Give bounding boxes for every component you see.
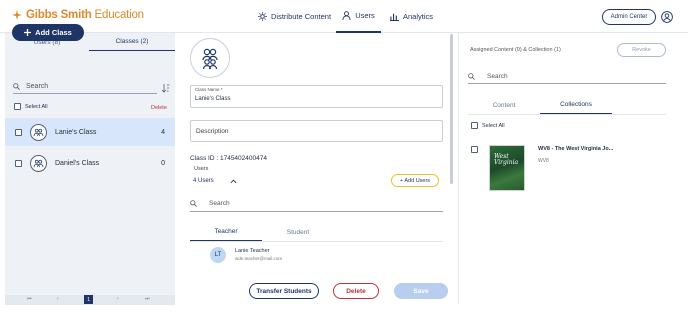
pagination: ⏮ ‹ 1 › ⏭ xyxy=(5,295,175,305)
users-count: 4 Users xyxy=(193,178,214,184)
select-all-label: Select All xyxy=(25,103,48,110)
delete-classes-link[interactable]: Delete xyxy=(151,105,167,111)
class-name-label: Class Name * xyxy=(195,87,223,92)
tab-student[interactable]: Student xyxy=(262,223,334,241)
right-tab-divider xyxy=(468,114,666,115)
search-icon xyxy=(13,83,20,90)
add-class-label: Add Class xyxy=(35,28,72,37)
revoke-button[interactable]: Revoke xyxy=(617,43,666,57)
collection-subtitle: WV8 xyxy=(538,158,549,164)
class-user-count: 4 xyxy=(161,128,165,136)
tab-teacher[interactable]: Teacher xyxy=(190,223,262,241)
class-name-field[interactable]: Class Name * Lanie's Class xyxy=(190,85,443,108)
tab-content[interactable]: Content xyxy=(468,96,540,114)
class-row[interactable]: Lanie's Class 4 xyxy=(5,118,175,146)
class-name: Lanie's Class xyxy=(55,128,97,136)
next-page-icon[interactable]: › xyxy=(117,296,119,302)
teacher-email: wde.teacher@mail.com xyxy=(235,256,283,261)
group-avatar-icon xyxy=(30,123,47,141)
right-select-all-checkbox[interactable] xyxy=(471,122,478,129)
class-user-count: 0 xyxy=(161,159,165,167)
class-row-checkbox[interactable] xyxy=(15,128,22,136)
transfer-students-button[interactable]: Transfer Students xyxy=(249,283,319,299)
tab-divider xyxy=(190,241,443,242)
nav-users[interactable]: Users xyxy=(336,0,381,33)
class-name-value: Lanie's Class xyxy=(195,96,231,102)
chevron-up-icon xyxy=(230,179,237,183)
logo-mark-icon xyxy=(12,10,22,20)
right-select-all-label: Select All xyxy=(482,122,505,129)
description-field[interactable]: Description xyxy=(190,120,443,142)
description-placeholder: Description xyxy=(196,128,229,135)
collection-checkbox[interactable] xyxy=(471,146,478,153)
bar-chart-icon xyxy=(390,13,399,21)
users-label: Users xyxy=(194,166,209,172)
first-page-icon[interactable]: ⏮ xyxy=(27,296,32,302)
teacher-avatar: LT xyxy=(210,247,226,263)
group-icon xyxy=(202,48,218,69)
panel-divider xyxy=(458,33,459,304)
brand-logo[interactable]: Gibbs Smith Education xyxy=(12,9,144,21)
account-icon[interactable] xyxy=(661,11,673,23)
class-avatar xyxy=(190,38,230,78)
class-search-input[interactable]: Search xyxy=(13,80,157,94)
search-icon xyxy=(190,200,197,207)
save-button[interactable]: Save xyxy=(394,283,448,299)
add-users-button[interactable]: + Add Users xyxy=(391,174,439,187)
nav-analytics[interactable]: Analytics xyxy=(390,0,433,33)
brand-name: Gibbs Smith Education xyxy=(26,9,144,21)
admin-center-button[interactable]: Admin Center xyxy=(602,9,656,25)
delete-class-button[interactable]: Delete xyxy=(333,283,379,299)
tab-collections[interactable]: Collections xyxy=(540,96,612,114)
content-search-input[interactable]: Search xyxy=(468,69,666,84)
user-search-placeholder: Search xyxy=(209,200,230,207)
class-row-checkbox[interactable] xyxy=(15,159,22,167)
cover-title: West Virginia xyxy=(494,153,519,166)
search-icon xyxy=(468,72,475,80)
select-all-checkbox[interactable] xyxy=(14,103,21,110)
sort-az-icon[interactable] xyxy=(162,84,170,93)
nav-distribute-label: Distribute Content xyxy=(271,12,332,21)
collection-cover-image[interactable]: West Virginia xyxy=(489,145,525,191)
nav-users-label: Users xyxy=(355,11,375,20)
user-icon xyxy=(342,11,351,20)
current-page[interactable]: 1 xyxy=(84,295,93,304)
detail-scrollbar[interactable] xyxy=(450,34,453,184)
nav-distribute-content[interactable]: Distribute Content xyxy=(258,0,331,33)
content-search-placeholder: Search xyxy=(487,72,508,80)
user-search-input[interactable]: Search xyxy=(190,196,443,212)
class-row[interactable]: Daniel's Class 0 xyxy=(5,149,175,177)
last-page-icon[interactable]: ⏭ xyxy=(145,296,150,302)
add-class-button[interactable]: Add Class xyxy=(12,24,84,41)
right-select-all-row: Select All xyxy=(471,122,505,129)
collection-title[interactable]: WV8 - The West Virginia Jo... xyxy=(538,146,613,152)
class-id: Class ID : 1745402400474 xyxy=(190,155,267,162)
class-name: Daniel's Class xyxy=(55,159,100,167)
prev-page-icon[interactable]: ‹ xyxy=(57,296,59,302)
assigned-summary: Assigned Content (0) & Collection (1) xyxy=(470,47,561,53)
class-search-placeholder: Search xyxy=(26,83,49,90)
select-all-row: Select All xyxy=(14,103,48,110)
plus-icon xyxy=(24,29,32,36)
users-toggle[interactable]: 4 Users xyxy=(193,178,237,184)
teacher-name: Lanie Teacher xyxy=(235,248,270,254)
nav-analytics-label: Analytics xyxy=(403,12,434,21)
tab-classes[interactable]: Classes (2) xyxy=(89,33,175,51)
group-avatar-icon xyxy=(30,154,47,172)
sun-icon xyxy=(258,12,267,21)
